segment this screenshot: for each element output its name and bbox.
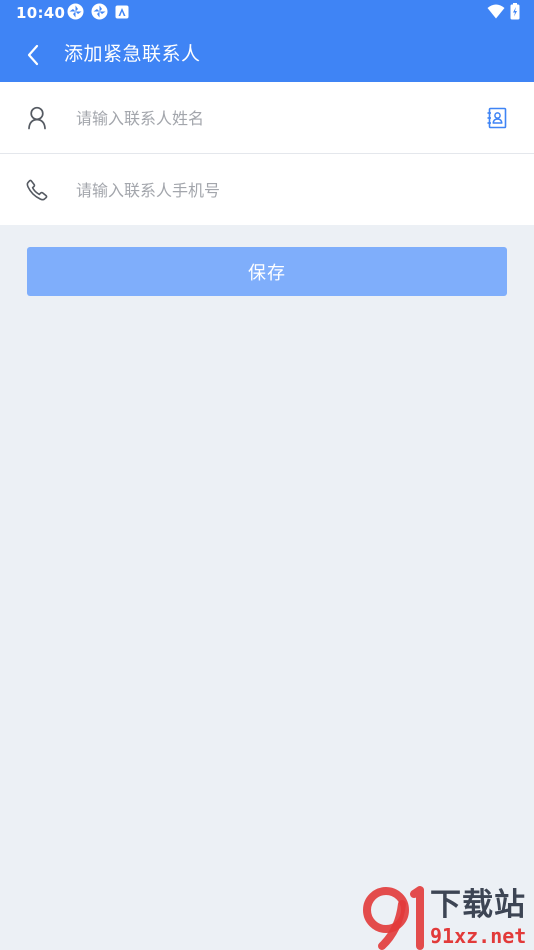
watermark-domain: 91xz.net (430, 924, 527, 948)
select-from-contacts-button[interactable] (484, 105, 510, 131)
notification-icons (67, 3, 129, 24)
person-icon (24, 105, 50, 131)
wifi-icon (487, 4, 505, 23)
app-bar: 添加紧急联系人 (0, 27, 534, 82)
watermark-site-name: 下载站 (430, 887, 526, 923)
contact-form (0, 82, 534, 225)
contact-phone-input[interactable] (76, 173, 456, 207)
pinwheel-icon (67, 3, 84, 24)
chevron-left-icon (27, 44, 39, 66)
status-time: 10:40 (16, 4, 66, 22)
page-title: 添加紧急联系人 (64, 43, 201, 65)
app-notification-icon (115, 4, 129, 23)
watermark: 下载站 91xz.net (362, 884, 534, 950)
phone-icon (24, 177, 50, 203)
system-status-icons (487, 3, 520, 24)
watermark-logo-icon (363, 886, 424, 950)
contact-name-input[interactable] (76, 101, 456, 135)
status-bar: 10:40 (0, 0, 534, 27)
save-button[interactable]: 保存 (27, 247, 507, 296)
pinwheel-icon (91, 3, 108, 24)
contacts-book-icon (487, 107, 507, 129)
battery-charging-icon (510, 3, 520, 24)
phone-row (0, 154, 534, 225)
name-row (0, 82, 534, 153)
back-button[interactable] (18, 40, 48, 70)
